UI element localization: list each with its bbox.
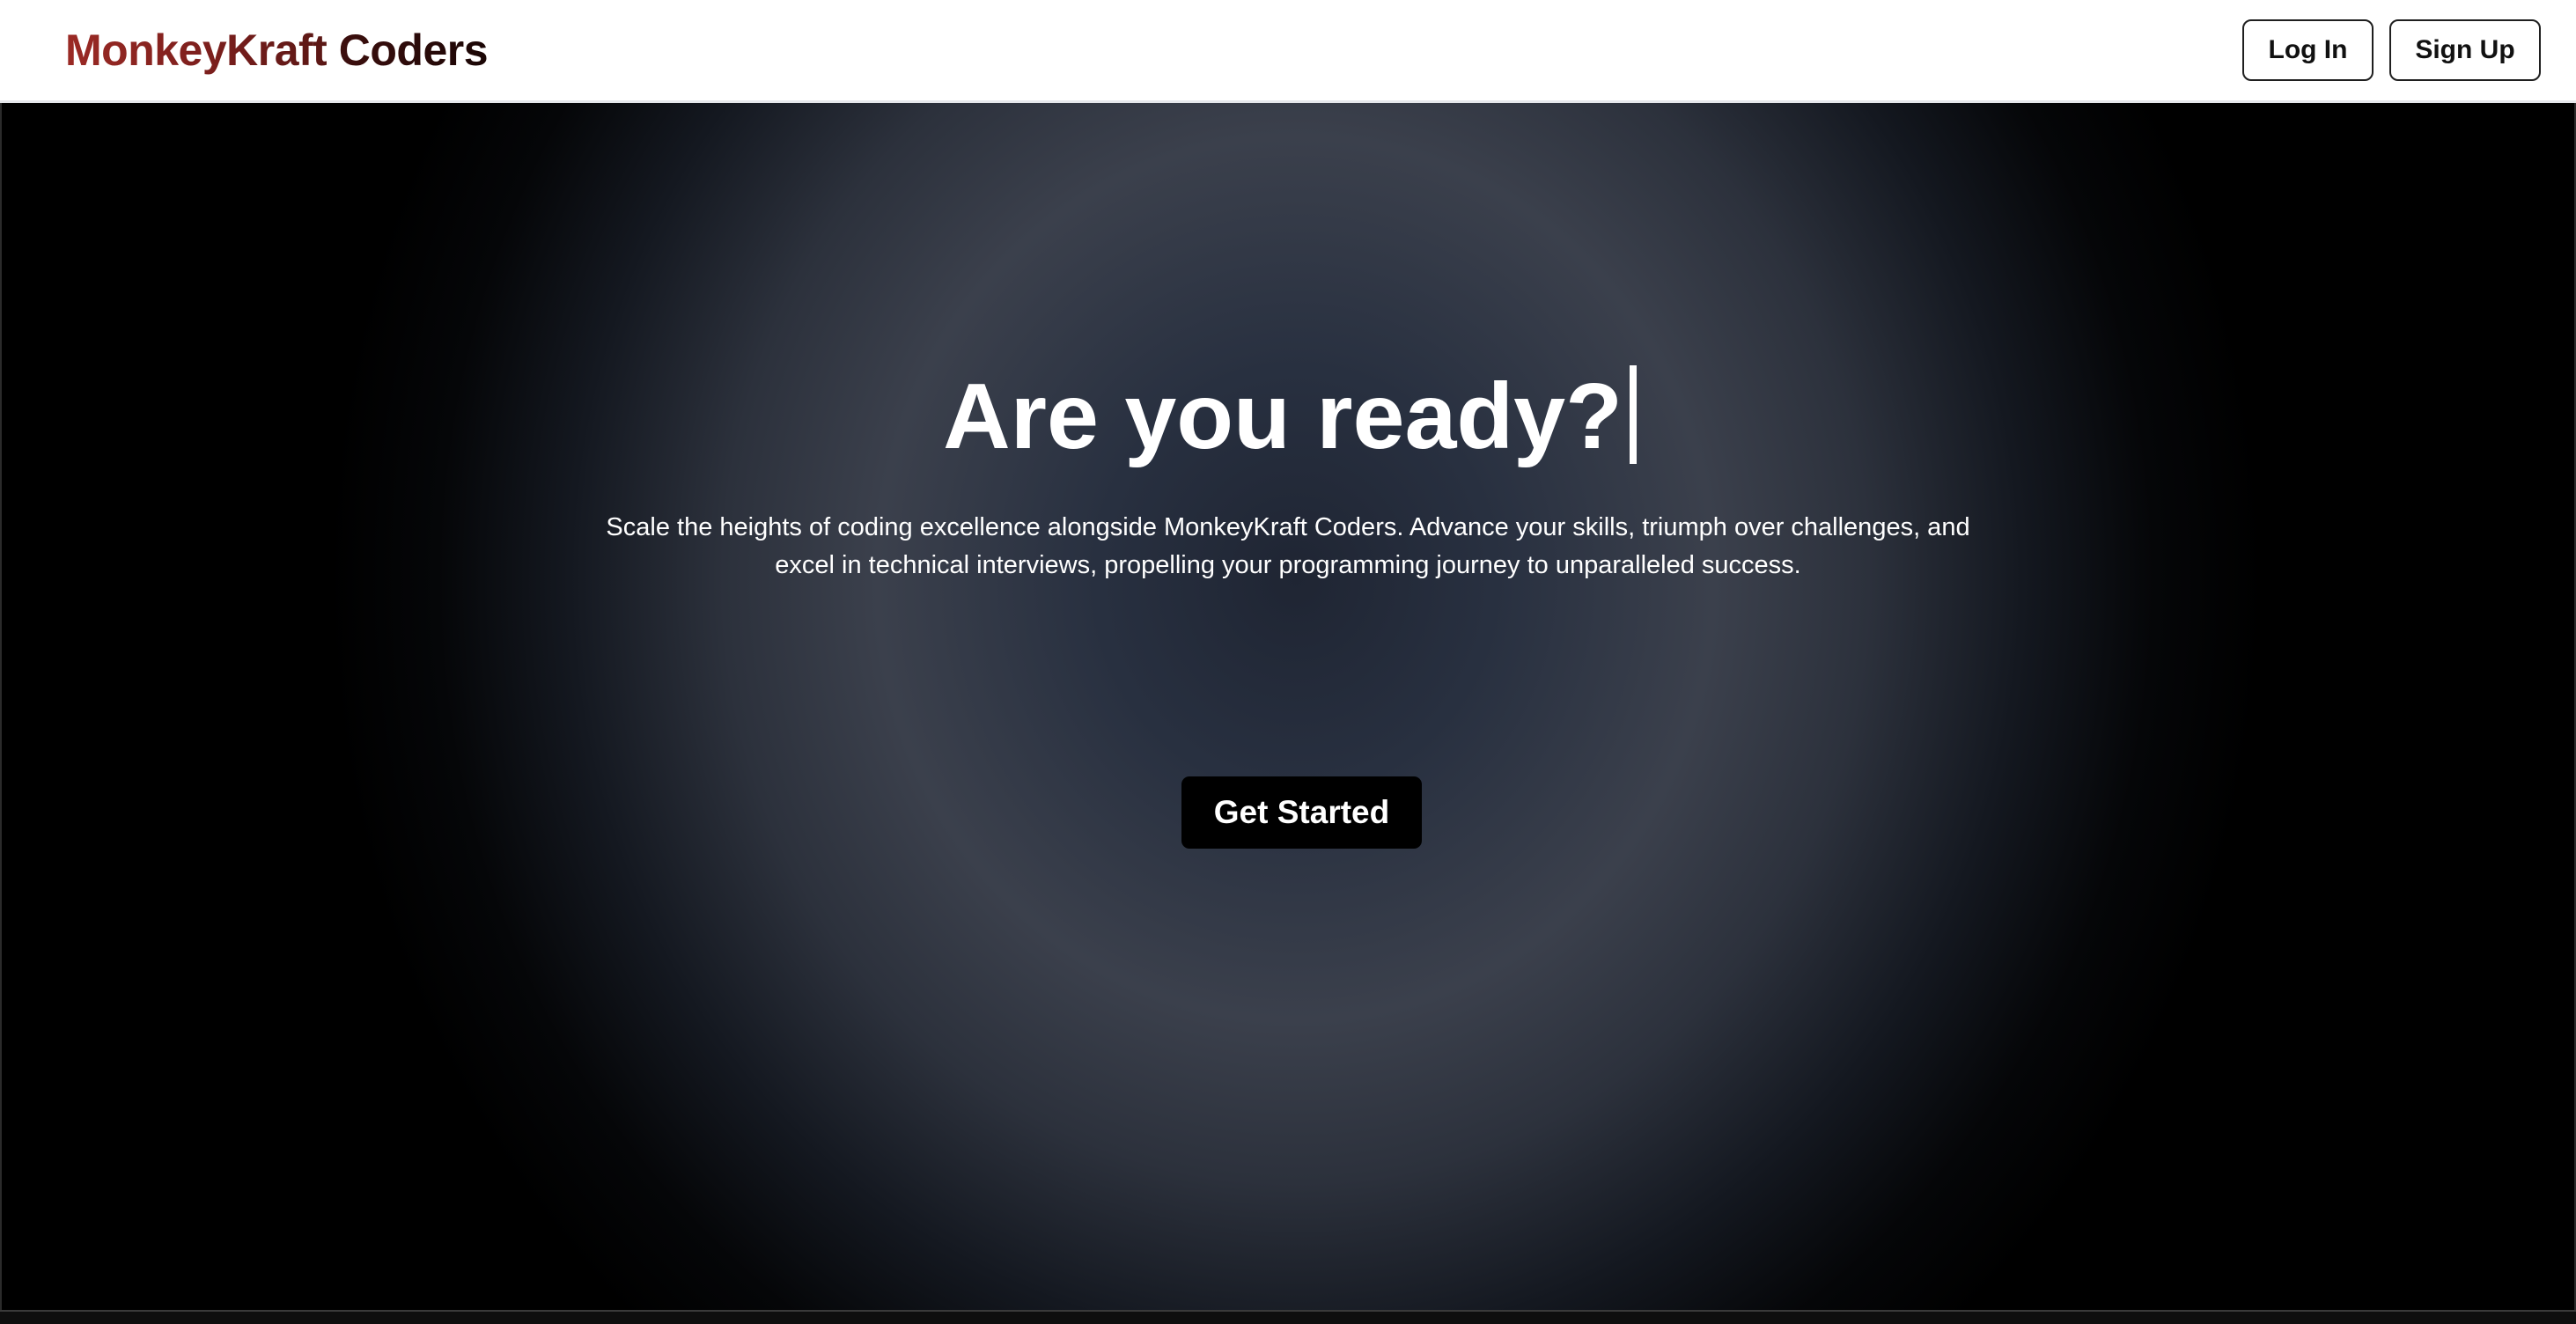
hero-headline-text: Are you ready? <box>943 364 1623 468</box>
hero-headline: Are you ready? <box>2 365 2576 464</box>
hero-section: Are you ready? <box>0 103 2576 1310</box>
hero-subtitle: Scale the heights of coding excellence a… <box>606 513 1970 579</box>
brand-name-part1: MonkeyKraft <box>65 26 328 75</box>
get-started-button[interactable]: Get Started <box>1181 776 1422 849</box>
top-navbar: MonkeyKraft Coders Log In Sign Up <box>0 0 2576 103</box>
brand-name-part2: Coders <box>338 26 489 75</box>
nav-actions: Log In Sign Up <box>2242 19 2541 81</box>
hero-bottom-border <box>0 1310 2576 1324</box>
login-button[interactable]: Log In <box>2242 19 2374 81</box>
signup-button[interactable]: Sign Up <box>2389 19 2541 81</box>
typing-caret <box>1629 365 1637 464</box>
brand-logo[interactable]: MonkeyKraft Coders <box>65 26 489 75</box>
